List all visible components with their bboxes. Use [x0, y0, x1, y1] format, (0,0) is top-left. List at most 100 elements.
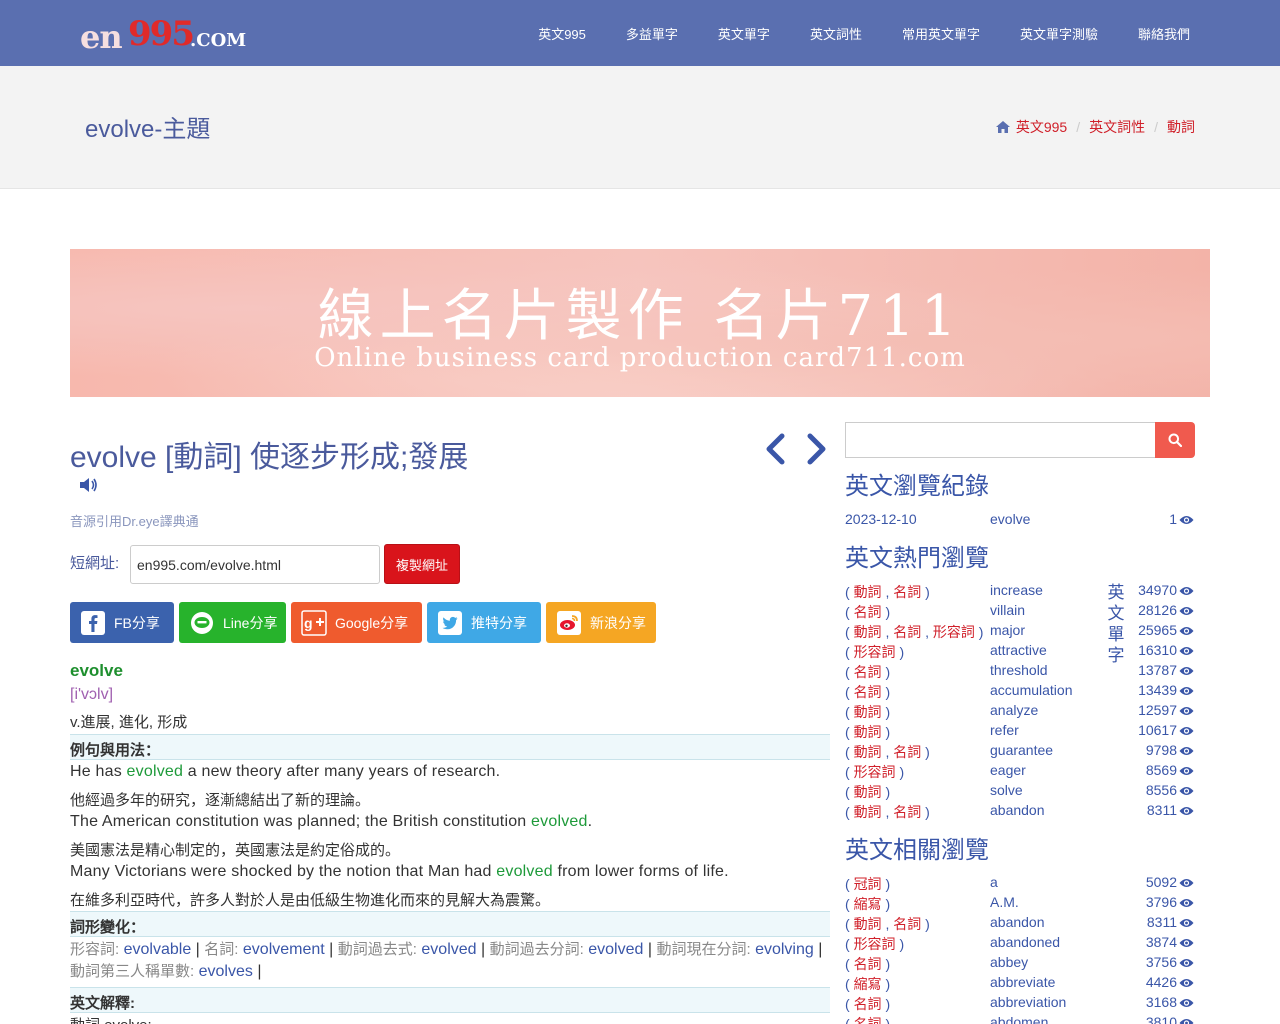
sidebar-word-link[interactable]: abbey: [990, 954, 1028, 970]
eye-icon: [1179, 667, 1194, 675]
share-twitter-button[interactable]: 推特分享: [427, 602, 541, 643]
vertical-label-english-words[interactable]: 英 文 單 字: [1107, 582, 1125, 666]
entry-heading: evolve [動詞] 使逐步形成;發展: [70, 441, 469, 474]
pos-tag: 動詞: [853, 704, 882, 720]
sidebar-word-row[interactable]: ( 動詞 , 名詞 ) increase 34970: [845, 582, 1195, 602]
previous-arrow-icon[interactable]: [764, 433, 786, 465]
sidebar-word-link[interactable]: threshold: [990, 662, 1048, 678]
pos-tag: 名詞: [893, 916, 922, 932]
sidebar-word-link[interactable]: analyze: [990, 702, 1038, 718]
search-button[interactable]: [1155, 422, 1195, 458]
sidebar-word-link[interactable]: abbreviate: [990, 974, 1055, 990]
breadcrumb-separator: /: [1154, 119, 1158, 135]
breadcrumb-parts-of-speech[interactable]: 英文詞性: [1089, 117, 1145, 137]
sidebar-word-link[interactable]: A.M.: [990, 894, 1019, 910]
sidebar-word-row[interactable]: ( 動詞 , 名詞 ) abandon 8311: [845, 914, 1195, 934]
pos-tag: 動詞: [853, 916, 882, 932]
pos-tags: ( 動詞 , 名詞 ): [845, 584, 930, 600]
sidebar-word-row[interactable]: ( 名詞 ) abdomen 3810: [845, 1014, 1195, 1024]
pos-tags: ( 名詞 ): [845, 996, 891, 1012]
definition-text: 動詞 evolve:: [70, 1014, 152, 1024]
line-icon: [191, 611, 213, 634]
sidebar-word-row[interactable]: ( 形容詞 ) eager 8569: [845, 762, 1195, 782]
sidebar-word-row[interactable]: ( 動詞 ) analyze 12597: [845, 702, 1195, 722]
definition-header: 英文解釋:: [70, 987, 830, 1013]
view-count: 3756: [1145, 954, 1177, 970]
sidebar-word-link[interactable]: increase: [990, 582, 1043, 598]
sidebar-word-row[interactable]: ( 名詞 ) accumulation 13439: [845, 682, 1195, 702]
share-google-button[interactable]: g Google分享: [291, 602, 422, 643]
form-value[interactable]: evolving: [755, 941, 814, 958]
pos-tag: 名詞: [853, 956, 882, 972]
view-count: 3874: [1145, 934, 1177, 950]
nav-item-toeic-words[interactable]: 多益單字: [626, 24, 678, 43]
sidebar-word-row[interactable]: ( 動詞 , 名詞 ) abandon 8311: [845, 802, 1195, 822]
pos-tags: ( 動詞 ): [845, 724, 891, 740]
form-value[interactable]: evolved: [421, 941, 476, 958]
sidebar-word-link[interactable]: eager: [990, 762, 1026, 778]
sidebar-word-link[interactable]: evolve: [990, 511, 1030, 527]
sidebar-word-link[interactable]: abandon: [990, 802, 1045, 818]
sidebar-word-row[interactable]: ( 冠詞 ) a 5092: [845, 874, 1195, 894]
sidebar-word-row[interactable]: ( 形容詞 ) abandoned 3874: [845, 934, 1195, 954]
view-count: 3796: [1145, 894, 1177, 910]
pos-tags: ( 名詞 ): [845, 684, 891, 700]
nav-item-english-words[interactable]: 英文單字: [718, 24, 770, 43]
nav-item-common-words[interactable]: 常用英文單字: [902, 24, 980, 43]
form-value[interactable]: evolves: [199, 963, 253, 980]
example-sentence-zh: 在維多利亞時代，許多人對於人是由低級生物進化而來的見解大為震驚。: [70, 892, 551, 909]
site-logo[interactable]: en 995 .COM: [80, 14, 250, 56]
sidebar-word-link[interactable]: abdomen: [990, 1014, 1048, 1024]
share-facebook-button[interactable]: FB分享: [70, 602, 174, 643]
nav-item-contact[interactable]: 聯絡我們: [1138, 24, 1190, 43]
sidebar-word-row[interactable]: ( 動詞 ) refer 10617: [845, 722, 1195, 742]
breadcrumb-verb[interactable]: 動詞: [1167, 117, 1195, 137]
sidebar-word-link[interactable]: guarantee: [990, 742, 1053, 758]
sidebar-word-row[interactable]: ( 名詞 ) villain 28126: [845, 602, 1195, 622]
sidebar-word-link[interactable]: abbreviation: [990, 994, 1066, 1010]
next-arrow-icon[interactable]: [806, 433, 828, 465]
sidebar-word-row[interactable]: ( 名詞 ) abbey 3756: [845, 954, 1195, 974]
breadcrumb-separator: /: [1076, 119, 1081, 135]
sidebar-word-row[interactable]: ( 縮寫 ) A.M. 3796: [845, 894, 1195, 914]
ad-banner[interactable]: 線上名片製作 名片711 Online business card produc…: [70, 249, 1210, 397]
sidebar-word-row[interactable]: ( 動詞 , 名詞 , 形容詞 ) major 25965: [845, 622, 1195, 642]
sidebar-word-row[interactable]: ( 動詞 ) solve 8556: [845, 782, 1195, 802]
related-title: 英文相關瀏覽: [845, 837, 989, 864]
short-url-input[interactable]: [130, 545, 380, 584]
sidebar-word-link[interactable]: refer: [990, 722, 1019, 738]
word-forms: 形容詞: evolvable | 名詞: evolvement | 動詞過去式:…: [70, 941, 823, 980]
eye-icon: [1179, 919, 1194, 927]
share-weibo-button[interactable]: 新浪分享: [546, 602, 656, 643]
sidebar-word-link[interactable]: attractive: [990, 642, 1047, 658]
sidebar-word-row[interactable]: ( 縮寫 ) abbreviate 4426: [845, 974, 1195, 994]
form-value[interactable]: evolved: [588, 941, 643, 958]
copy-url-button[interactable]: 複製網址: [384, 544, 460, 584]
sidebar-word-link[interactable]: abandoned: [990, 934, 1060, 950]
sidebar-word-row[interactable]: ( 名詞 ) abbreviation 3168: [845, 994, 1195, 1014]
nav-item-word-quiz[interactable]: 英文單字測驗: [1020, 24, 1098, 43]
form-value[interactable]: evolvement: [243, 941, 325, 958]
view-count: 8311: [1146, 914, 1177, 930]
nav-item-parts-of-speech[interactable]: 英文詞性: [810, 24, 862, 43]
sidebar-word-row[interactable]: ( 名詞 ) threshold 13787: [845, 662, 1195, 682]
search-input[interactable]: [845, 422, 1157, 458]
sidebar-word-link[interactable]: villain: [990, 602, 1025, 618]
breadcrumb-home[interactable]: 英文995: [1016, 117, 1067, 137]
share-line-button[interactable]: Line分享: [179, 602, 286, 643]
eye-icon: [1179, 516, 1194, 524]
sidebar-word-link[interactable]: abandon: [990, 914, 1045, 930]
view-count: 5092: [1145, 874, 1177, 890]
sidebar-word-row[interactable]: 2023-12-10 evolve 1: [845, 511, 1195, 531]
form-value[interactable]: evolvable: [124, 941, 192, 958]
sidebar-word-link[interactable]: solve: [990, 782, 1023, 798]
sidebar-word-link[interactable]: accumulation: [990, 682, 1073, 698]
pos-tag: 動詞: [853, 724, 882, 740]
view-count: 4426: [1145, 974, 1177, 990]
sidebar-word-link[interactable]: a: [990, 874, 998, 890]
sidebar-word-row[interactable]: ( 動詞 , 名詞 ) guarantee 9798: [845, 742, 1195, 762]
sidebar-word-row[interactable]: ( 形容詞 ) attractive 16310: [845, 642, 1195, 662]
nav-item-en995[interactable]: 英文995: [538, 24, 586, 43]
speaker-icon[interactable]: [79, 476, 99, 494]
sidebar-word-link[interactable]: major: [990, 622, 1025, 638]
